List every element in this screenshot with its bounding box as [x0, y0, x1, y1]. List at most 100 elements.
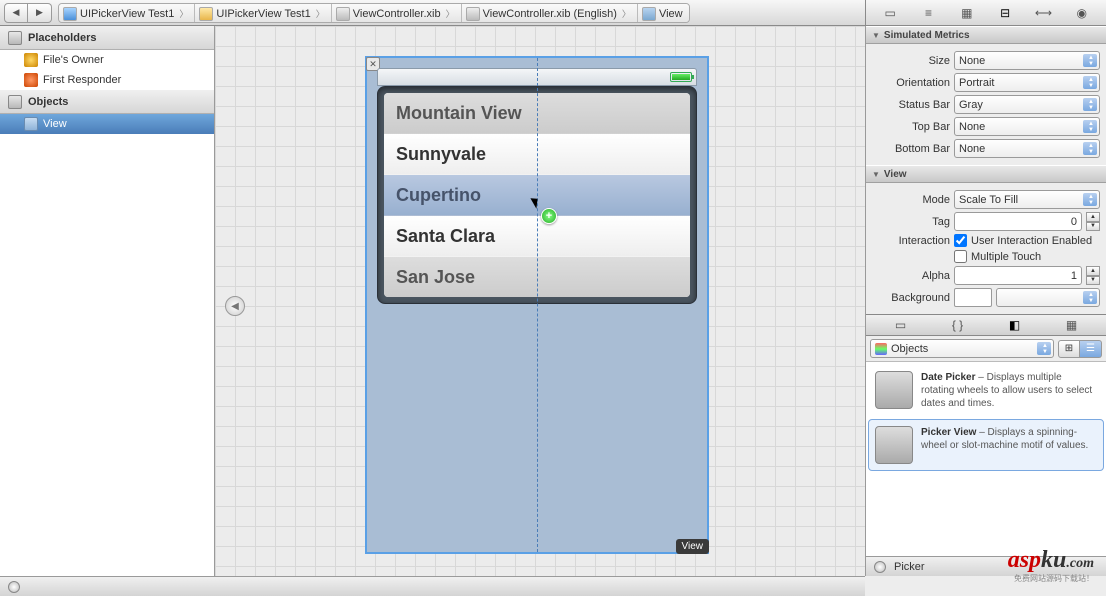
- tag-stepper[interactable]: ▲▼: [1086, 212, 1100, 231]
- code-snippet-icon[interactable]: { }: [948, 317, 968, 333]
- outline-label: First Responder: [43, 74, 121, 86]
- multiple-touch-checkbox[interactable]: Multiple Touch: [954, 250, 1041, 263]
- outline-item[interactable]: View: [0, 114, 214, 134]
- library-thumb-icon: [875, 371, 913, 409]
- outline-label: File's Owner: [43, 54, 104, 66]
- file-inspector-icon[interactable]: ▭: [880, 5, 900, 21]
- attributes-inspector-icon[interactable]: ⊟: [995, 5, 1015, 21]
- outline-item[interactable]: First Responder: [0, 70, 214, 90]
- owner-icon: [24, 53, 38, 67]
- uie-label: User Interaction Enabled: [971, 235, 1092, 247]
- library-view-toggle[interactable]: ⊞☰: [1058, 340, 1102, 358]
- library-item-text: Picker View – Displays a spinning-wheel …: [921, 426, 1097, 464]
- size-inspector-icon[interactable]: ⟷: [1033, 5, 1053, 21]
- palette-icon: [875, 343, 887, 355]
- bottombar-popup[interactable]: None▲▼: [954, 139, 1100, 158]
- library-scope-popup[interactable]: Objects▲▼: [870, 339, 1054, 358]
- topbar-popup[interactable]: None▲▼: [954, 117, 1100, 136]
- library-item-text: Date Picker – Displays multiple rotating…: [921, 371, 1097, 410]
- picker-row[interactable]: Santa Clara: [384, 216, 690, 257]
- view-icon: [24, 117, 38, 131]
- collapse-outline-button[interactable]: ◀: [225, 296, 245, 316]
- crumb-label: View: [659, 8, 683, 20]
- grid-view-icon[interactable]: ⊞: [1058, 340, 1080, 358]
- size-value: None: [959, 55, 985, 67]
- simulated-metrics-header[interactable]: ▼Simulated Metrics: [866, 26, 1106, 44]
- mode-popup[interactable]: Scale To Fill▲▼: [954, 190, 1100, 209]
- quick-help-icon[interactable]: ≡: [918, 5, 938, 21]
- crumb-label: ViewController.xib (English): [483, 8, 617, 20]
- picker-view[interactable]: Mountain ViewSunnyvaleCupertinoSanta Cla…: [377, 86, 697, 304]
- identity-inspector-icon[interactable]: ▦: [957, 5, 977, 21]
- breadcrumb-item[interactable]: ViewController.xib (English)〉: [462, 4, 638, 23]
- objects-label: Objects: [28, 96, 68, 108]
- document-outline: Placeholders File's Owner First Responder…: [0, 26, 215, 576]
- crumb-label: ViewController.xib: [353, 8, 441, 20]
- tag-value: 0: [1071, 216, 1077, 228]
- media-library-icon[interactable]: ▦: [1062, 317, 1082, 333]
- view-label: View: [884, 169, 907, 180]
- add-icon: +: [541, 208, 557, 224]
- crumb-label: UIPickerView Test1: [216, 8, 310, 20]
- canvas[interactable]: ◀ ✕ Mountain ViewSunnyvaleCupertinoSanta…: [215, 26, 865, 576]
- bottombar-value: None: [959, 143, 985, 155]
- background-color-well[interactable]: [954, 288, 992, 307]
- alpha-value: 1: [1071, 270, 1077, 282]
- breadcrumb-item[interactable]: ViewController.xib〉: [332, 4, 462, 23]
- alpha-stepper[interactable]: ▲▼: [1086, 266, 1100, 285]
- statusbar-value: Gray: [959, 99, 983, 111]
- alpha-field[interactable]: 1: [954, 266, 1082, 285]
- picker-row[interactable]: Sunnyvale: [384, 134, 690, 175]
- library-item[interactable]: Picker View – Displays a spinning-wheel …: [868, 419, 1104, 471]
- file-template-icon[interactable]: ▭: [891, 317, 911, 333]
- status-orb-icon: [8, 581, 20, 593]
- breadcrumb-item[interactable]: UIPickerView Test1〉: [59, 4, 195, 23]
- view-badge: View: [676, 539, 710, 554]
- breadcrumb-item[interactable]: UIPickerView Test1〉: [195, 4, 331, 23]
- tag-field[interactable]: 0: [954, 212, 1082, 231]
- view-header[interactable]: ▼View: [866, 165, 1106, 183]
- folder-icon: [199, 7, 213, 21]
- picker-row[interactable]: San Jose: [384, 257, 690, 297]
- statusbar-popup[interactable]: Gray▲▼: [954, 95, 1100, 114]
- bottombar-label: Bottom Bar: [872, 143, 950, 155]
- device-frame[interactable]: ✕ Mountain ViewSunnyvaleCupertinoSanta C…: [365, 56, 709, 554]
- breadcrumb-item[interactable]: View: [638, 4, 689, 23]
- library-item[interactable]: Date Picker – Displays multiple rotating…: [868, 364, 1104, 417]
- connections-inspector-icon[interactable]: ◉: [1072, 5, 1092, 21]
- cube-icon: [8, 31, 22, 45]
- status-bar: [377, 68, 697, 86]
- list-view-icon[interactable]: ☰: [1080, 340, 1102, 358]
- orientation-popup[interactable]: Portrait▲▼: [954, 73, 1100, 92]
- outline-item[interactable]: File's Owner: [0, 50, 214, 70]
- canvas-footer: [0, 576, 865, 596]
- objects-header[interactable]: Objects: [0, 90, 214, 114]
- proj-icon: [63, 7, 77, 21]
- picker-row[interactable]: Mountain View: [384, 93, 690, 134]
- nav-back-button[interactable]: ◀: [4, 3, 28, 23]
- cube-icon: [8, 95, 22, 109]
- mode-value: Scale To Fill: [959, 194, 1018, 206]
- placeholders-header[interactable]: Placeholders: [0, 26, 214, 50]
- mode-label: Mode: [872, 194, 950, 206]
- user-interaction-checkbox[interactable]: User Interaction Enabled: [954, 234, 1092, 247]
- watermark-sub: 免费网站源码下载站！: [1014, 573, 1094, 584]
- inspector-panel: ▼Simulated Metrics SizeNone▲▼ Orientatio…: [865, 26, 1106, 576]
- placeholders-label: Placeholders: [28, 32, 96, 44]
- crumb-label: UIPickerView Test1: [80, 8, 174, 20]
- topbar-label: Top Bar: [872, 121, 950, 133]
- picker-row[interactable]: Cupertino: [384, 175, 690, 216]
- view-icon: [642, 7, 656, 21]
- alpha-label: Alpha: [872, 270, 950, 282]
- background-popup[interactable]: ▲▼: [996, 288, 1100, 307]
- nav-forward-button[interactable]: ▶: [28, 3, 52, 23]
- tag-label: Tag: [872, 216, 950, 228]
- object-library-icon[interactable]: ◧: [1005, 317, 1025, 333]
- orientation-value: Portrait: [959, 77, 994, 89]
- library-list[interactable]: Date Picker – Displays multiple rotating…: [866, 362, 1106, 556]
- library-filter-bar: Objects▲▼ ⊞☰: [866, 336, 1106, 362]
- path-toolbar: ◀ ▶ UIPickerView Test1〉UIPickerView Test…: [0, 0, 865, 26]
- size-popup[interactable]: None▲▼: [954, 51, 1100, 70]
- inspector-tab-bar: ▭ ≡ ▦ ⊟ ⟷ ◉: [865, 0, 1106, 26]
- outline-label: View: [43, 118, 67, 130]
